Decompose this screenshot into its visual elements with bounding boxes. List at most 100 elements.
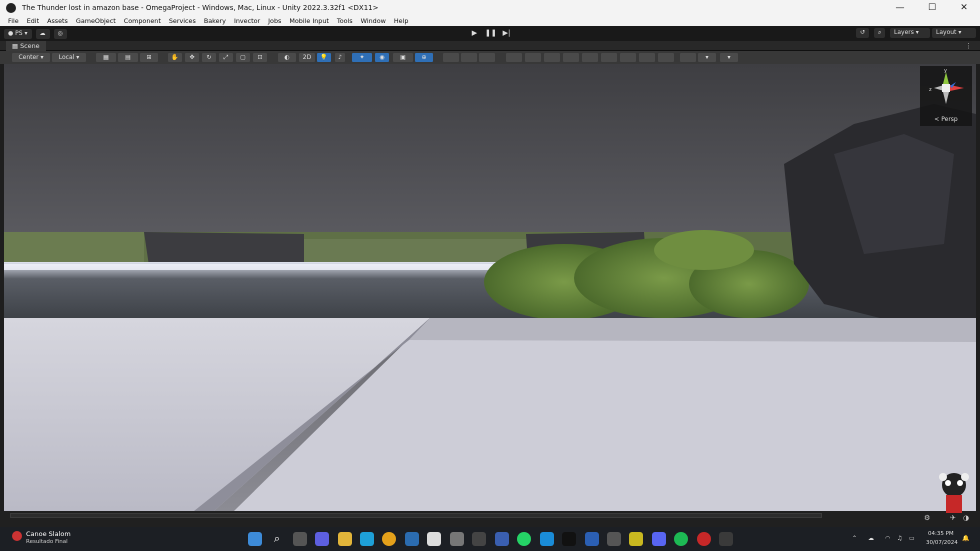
chrome-icon[interactable]: [382, 532, 396, 546]
overlay-slot-13[interactable]: [680, 53, 696, 62]
overlay-slot-11[interactable]: [639, 53, 655, 62]
overlay-slot-8[interactable]: [582, 53, 598, 62]
menu-bakery[interactable]: Bakery: [204, 17, 226, 25]
menu-tools[interactable]: Tools: [337, 17, 353, 25]
rect-tool-icon[interactable]: ▢: [236, 53, 250, 62]
unity-hub-icon[interactable]: [472, 532, 486, 546]
start-icon[interactable]: [248, 532, 262, 546]
battery-icon[interactable]: ▭: [909, 535, 915, 542]
overlay-slot-1[interactable]: [443, 53, 459, 62]
menu-file[interactable]: File: [8, 17, 19, 25]
overlay-slot-6[interactable]: [544, 53, 560, 62]
app-icon-2[interactable]: [450, 532, 464, 546]
menu-invector[interactable]: Invector: [234, 17, 260, 25]
app-icon-3[interactable]: [495, 532, 509, 546]
layers-dropdown[interactable]: Layers ▾: [890, 28, 930, 38]
transform-tool-icon[interactable]: ⊡: [253, 53, 267, 62]
maximize-button[interactable]: ☐: [916, 0, 948, 16]
tiktok-icon[interactable]: [562, 532, 576, 546]
grid-snap-icon[interactable]: ▦: [96, 53, 116, 62]
visibility-icon[interactable]: ◉: [375, 53, 389, 62]
menu-window[interactable]: Window: [361, 17, 386, 25]
whatsapp-icon[interactable]: [517, 532, 531, 546]
unity-editor-icon[interactable]: [719, 532, 733, 546]
tab-scene[interactable]: ▦ Scene: [6, 41, 46, 51]
weather-icon[interactable]: ☁: [868, 535, 874, 542]
collab-status-icon[interactable]: ✈: [950, 514, 956, 522]
menu-gameobject[interactable]: GameObject: [76, 17, 116, 25]
app-icon-1[interactable]: [405, 532, 419, 546]
pivot-dropdown[interactable]: Center ▾: [12, 53, 50, 62]
menu-component[interactable]: Component: [124, 17, 161, 25]
onedrive-icon[interactable]: [540, 532, 554, 546]
spotify-icon[interactable]: [674, 532, 688, 546]
search-taskbar-icon[interactable]: ⌕: [270, 532, 284, 546]
overlay-slot-5[interactable]: [525, 53, 541, 62]
overlay-slot-3[interactable]: [479, 53, 495, 62]
gizmos-icon[interactable]: ⊕: [415, 53, 433, 62]
volume-icon[interactable]: ♫: [897, 535, 902, 542]
notifications-bell-icon[interactable]: 🔔: [962, 535, 969, 542]
file-explorer-icon[interactable]: [338, 532, 352, 546]
menu-jobs[interactable]: Jobs: [268, 17, 281, 25]
notification-app-icon[interactable]: [12, 531, 22, 541]
copilot-icon[interactable]: [315, 532, 329, 546]
snap-increment-icon[interactable]: ▤: [118, 53, 138, 62]
snap-settings-icon[interactable]: ⊞: [140, 53, 158, 62]
menu-assets[interactable]: Assets: [47, 17, 68, 25]
draw-mode-icon[interactable]: ◐: [278, 53, 296, 62]
overlay-slot-2[interactable]: [461, 53, 477, 62]
menu-edit[interactable]: Edit: [27, 17, 39, 25]
camera-icon[interactable]: ▣: [393, 53, 413, 62]
store-icon[interactable]: [427, 532, 441, 546]
projection-label[interactable]: < Persp: [920, 116, 972, 123]
notification-subtitle[interactable]: Resultado Final: [26, 539, 68, 545]
search-icon[interactable]: ⌕: [874, 28, 886, 38]
history-icon[interactable]: ↺: [856, 28, 870, 38]
overlay-dropdown-1[interactable]: ▾: [698, 53, 716, 62]
tray-overflow-icon[interactable]: ⌃: [852, 535, 857, 542]
discord-icon[interactable]: [652, 532, 666, 546]
toggle-2d-button[interactable]: 2D: [299, 53, 315, 62]
space-dropdown[interactable]: Local ▾: [52, 53, 86, 62]
pause-button[interactable]: ❚❚: [485, 28, 497, 38]
overlay-dropdown-2[interactable]: ▾: [720, 53, 738, 62]
wifi-icon[interactable]: ◠: [885, 535, 890, 542]
play-button[interactable]: ▶: [469, 28, 480, 38]
scene-viewport[interactable]: z y < Persp: [4, 64, 976, 511]
overlay-slot-9[interactable]: [601, 53, 617, 62]
lighting-icon[interactable]: 💡: [317, 53, 331, 62]
horizontal-scrollbar[interactable]: [10, 513, 822, 518]
cloud-button[interactable]: ☁: [35, 28, 50, 39]
menu-mobile-input[interactable]: Mobile Input: [289, 17, 329, 25]
app-icon-4[interactable]: [607, 532, 621, 546]
vpn-icon[interactable]: [585, 532, 599, 546]
overlay-slot-4[interactable]: [506, 53, 522, 62]
clock-date[interactable]: 30/07/2024: [926, 540, 958, 546]
orientation-gizmo[interactable]: z y < Persp: [920, 66, 972, 126]
menu-services[interactable]: Services: [169, 17, 196, 25]
notification-title[interactable]: Canoe Slalom: [26, 530, 71, 538]
overlay-slot-12[interactable]: [658, 53, 674, 62]
minimize-button[interactable]: —: [884, 0, 916, 16]
collab-icon[interactable]: ◎: [53, 28, 67, 39]
clock-time[interactable]: 04:35 PM: [928, 531, 954, 537]
app-icon-6[interactable]: [697, 532, 711, 546]
overlay-slot-10[interactable]: [620, 53, 636, 62]
task-view-icon[interactable]: [293, 532, 307, 546]
scale-tool-icon[interactable]: ⤢: [219, 53, 233, 62]
progress-icon[interactable]: ◑: [963, 514, 969, 522]
edge-icon[interactable]: [360, 532, 374, 546]
layout-dropdown[interactable]: Layout ▾: [932, 28, 976, 38]
overlay-slot-7[interactable]: [563, 53, 579, 62]
effects-icon[interactable]: ✦: [352, 53, 372, 62]
account-dropdown[interactable]: ● PS ▾: [4, 28, 32, 39]
rotate-tool-icon[interactable]: ↻: [202, 53, 216, 62]
menu-help[interactable]: Help: [394, 17, 409, 25]
step-button[interactable]: ▶|: [501, 28, 512, 38]
hand-tool-icon[interactable]: ✋: [168, 53, 182, 62]
audio-icon[interactable]: ♪: [335, 53, 345, 62]
move-tool-icon[interactable]: ✥: [185, 53, 199, 62]
tab-menu-icon[interactable]: ⋮: [965, 42, 972, 50]
app-icon-5[interactable]: [629, 532, 643, 546]
